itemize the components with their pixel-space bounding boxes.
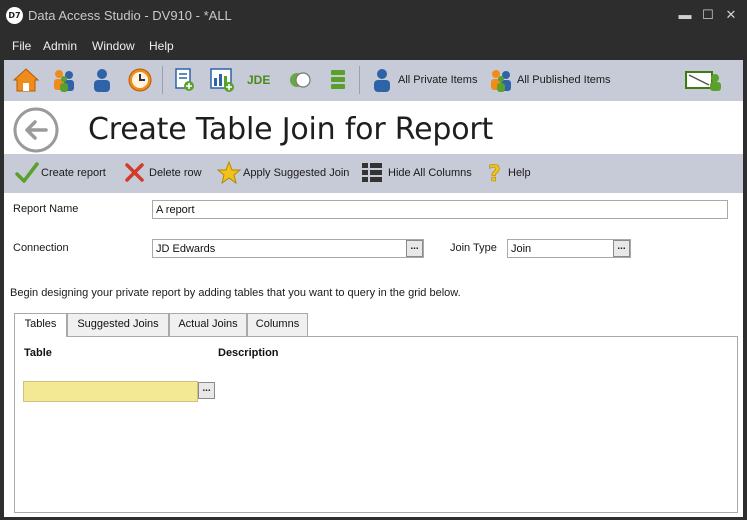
connection-field[interactable]: JD Edwards: [152, 239, 424, 258]
column-header-table[interactable]: Table: [24, 347, 52, 359]
menu-admin[interactable]: Admin: [43, 39, 77, 53]
connection-browse-button[interactable]: ...: [406, 240, 423, 257]
title-bar: D7 Data Access Studio - DV910 - *ALL ▬ ☐…: [0, 0, 747, 32]
svg-text:?: ?: [488, 162, 501, 186]
main-content: Create Table Join for Report Create repo…: [4, 101, 743, 517]
star-icon: [216, 160, 242, 185]
menu-bar: File Admin Window Help: [0, 32, 747, 60]
jde-icon[interactable]: JDE: [247, 73, 270, 87]
columns-grid-icon: [362, 163, 382, 182]
help-label: Help: [508, 167, 531, 179]
tab-container: Tables Suggested Joins Actual Joins Colu…: [14, 313, 738, 513]
toolbar-separator: [359, 66, 360, 94]
app-window: D7 Data Access Studio - DV910 - *ALL ▬ ☐…: [0, 0, 747, 520]
delete-row-label: Delete row: [149, 167, 202, 179]
private-items-icon[interactable]: [368, 66, 396, 94]
menu-window[interactable]: Window: [92, 39, 135, 53]
published-items-icon[interactable]: [487, 66, 515, 94]
page-header: Create Table Join for Report: [4, 101, 743, 154]
user-icon[interactable]: [88, 66, 116, 94]
tables-grid: Table Description ...: [14, 336, 738, 513]
help-button[interactable]: ? Help: [482, 160, 537, 186]
create-report-button[interactable]: Create report: [14, 160, 114, 186]
window-title: Data Access Studio - DV910 - *ALL: [28, 8, 232, 23]
chart-add-icon[interactable]: [208, 66, 236, 94]
report-name-label: Report Name: [13, 203, 79, 215]
connection-label: Connection: [13, 242, 69, 254]
question-icon: ?: [488, 162, 501, 186]
report-add-icon[interactable]: [170, 66, 198, 94]
toggle-icon[interactable]: [286, 66, 314, 94]
tab-suggested-joins[interactable]: Suggested Joins: [67, 313, 169, 336]
delete-row-button[interactable]: Delete row: [122, 160, 204, 186]
toolbar-separator: [162, 66, 163, 94]
page-title: Create Table Join for Report: [88, 112, 494, 147]
table-browse-button[interactable]: ...: [198, 382, 215, 399]
close-button[interactable]: ✕: [724, 8, 738, 22]
main-toolbar: JDE All Private Items All Published Item…: [4, 60, 743, 101]
join-type-browse-button[interactable]: ...: [613, 240, 630, 257]
user-settings-icon[interactable]: [684, 66, 724, 94]
report-name-field[interactable]: A report: [152, 200, 728, 219]
tab-actual-joins[interactable]: Actual Joins: [169, 313, 247, 336]
create-report-label: Create report: [41, 167, 106, 179]
maximize-button[interactable]: ☐: [701, 8, 715, 22]
join-type-label: Join Type: [450, 242, 497, 254]
minimize-button[interactable]: ▬: [678, 8, 692, 22]
new-row-table-cell[interactable]: [23, 381, 198, 402]
column-header-description[interactable]: Description: [218, 347, 279, 359]
apply-suggested-join-label: Apply Suggested Join: [243, 167, 350, 179]
clock-icon[interactable]: [126, 66, 154, 94]
menu-help[interactable]: Help: [149, 39, 174, 53]
menu-file[interactable]: File: [12, 39, 31, 53]
all-published-items-button[interactable]: All Published Items: [517, 74, 611, 86]
list-icon[interactable]: [324, 66, 352, 94]
instructions-text: Begin designing your private report by a…: [10, 287, 461, 299]
back-arrow-icon[interactable]: [12, 106, 60, 154]
home-icon[interactable]: [12, 66, 40, 94]
tab-tables[interactable]: Tables: [14, 313, 67, 337]
tab-columns[interactable]: Columns: [247, 313, 308, 336]
hide-all-columns-label: Hide All Columns: [388, 167, 472, 179]
users-icon[interactable]: [50, 66, 78, 94]
delete-x-icon: [125, 163, 144, 182]
apply-suggested-join-button[interactable]: Apply Suggested Join: [216, 160, 351, 186]
action-bar: Create report Delete row Apply Suggested…: [4, 154, 743, 193]
all-private-items-button[interactable]: All Private Items: [398, 74, 477, 86]
hide-all-columns-button[interactable]: Hide All Columns: [360, 160, 472, 186]
checkmark-icon: [15, 162, 39, 183]
app-logo: D7: [6, 7, 23, 24]
